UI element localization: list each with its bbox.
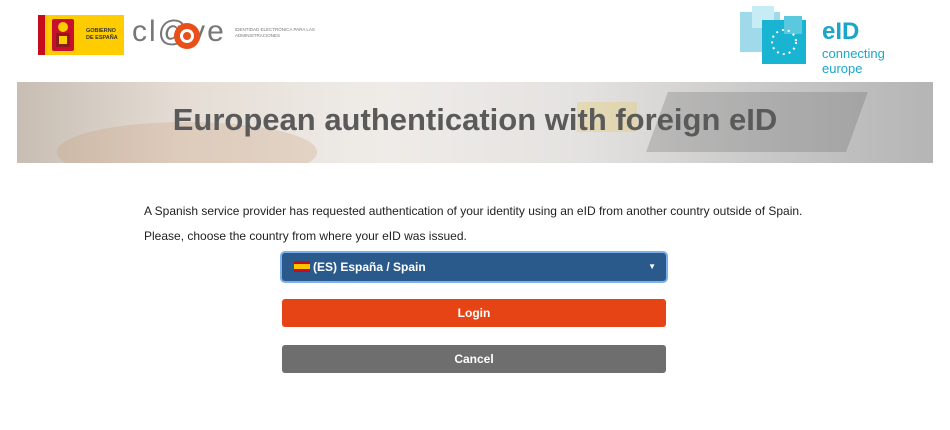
eid-title: eID bbox=[822, 18, 860, 45]
country-select-value: (ES) España / Spain bbox=[313, 260, 426, 274]
page-title: European authentication with foreign eID bbox=[172, 102, 778, 137]
instruction-text: Please, choose the country from where yo… bbox=[144, 229, 467, 243]
hero-banner: European authentication with foreign eID bbox=[17, 82, 933, 163]
gobierno-logo-text: GOBIERNO DE ESPAÑA bbox=[86, 28, 118, 41]
intro-text: A Spanish service provider has requested… bbox=[144, 204, 803, 218]
clave-subtitle: IDENTIDAD ELECTRÓNICA PARA LAS ADMINISTR… bbox=[235, 27, 315, 38]
clave-logo: cl@ve IDENTIDAD ELECTRÓNICA PARA LAS ADM… bbox=[132, 13, 332, 57]
cancel-button[interactable]: Cancel bbox=[282, 345, 666, 373]
country-select[interactable]: (ES) España / Spain ▼ bbox=[282, 253, 666, 281]
spain-flag-icon bbox=[294, 261, 310, 272]
eu-stars-squares-icon bbox=[740, 6, 806, 64]
eid-subtitle: connecting europe bbox=[822, 46, 885, 76]
chevron-down-icon: ▼ bbox=[648, 262, 656, 271]
eid-connecting-europe-logo: eID connecting europe bbox=[740, 6, 910, 76]
login-button[interactable]: Login bbox=[282, 299, 666, 327]
clave-at-icon bbox=[174, 23, 200, 49]
page-header: GOBIERNO DE ESPAÑA cl@ve IDENTIDAD ELECT… bbox=[0, 0, 950, 80]
gobierno-espana-logo: GOBIERNO DE ESPAÑA bbox=[38, 15, 124, 55]
